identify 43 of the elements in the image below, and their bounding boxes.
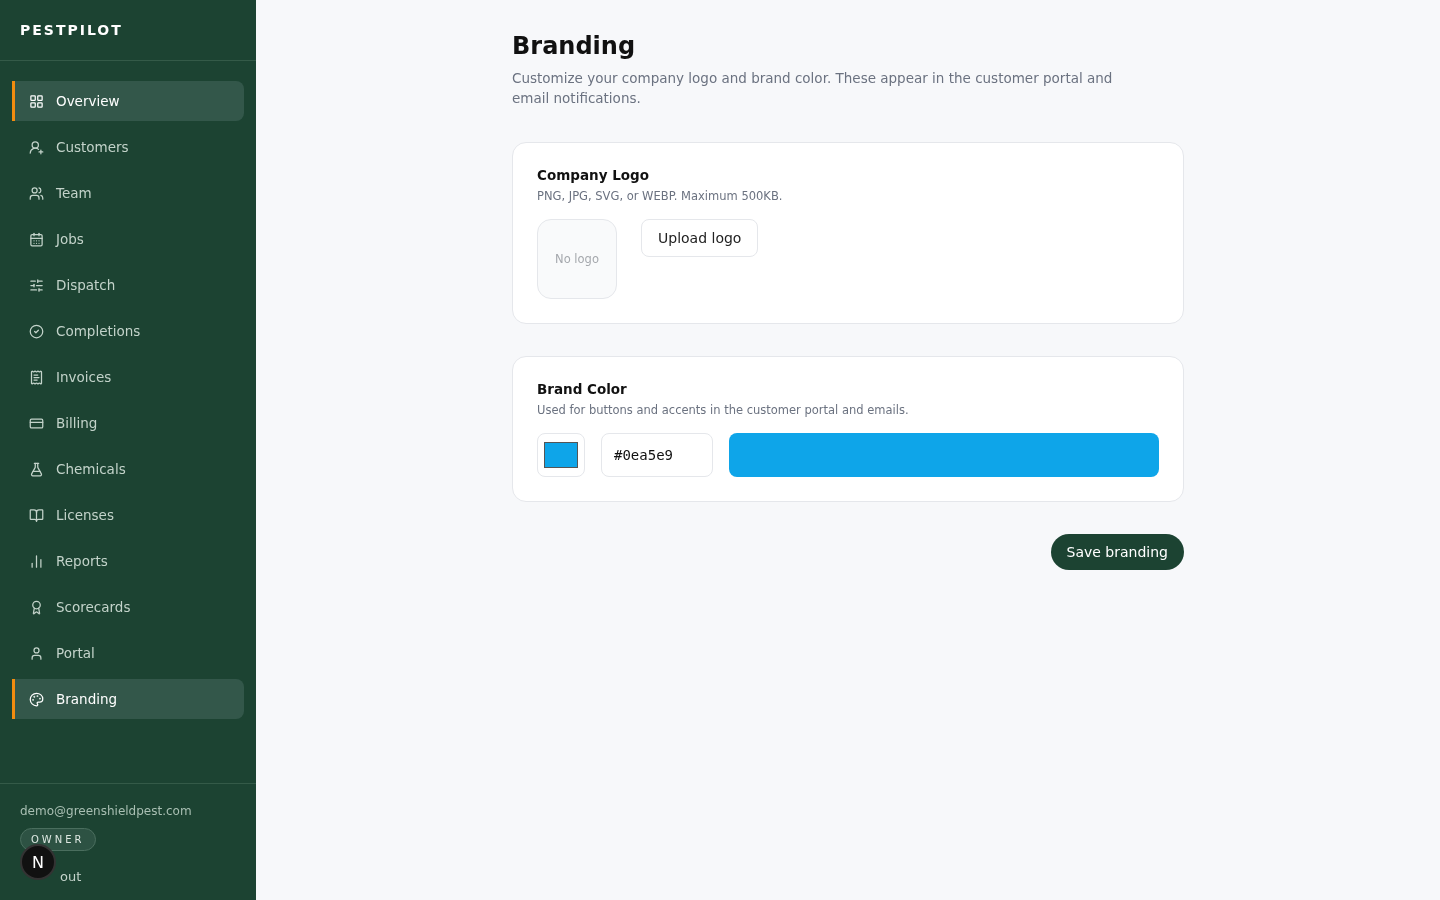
user-icon	[29, 139, 44, 155]
dev-badge[interactable]: N	[20, 844, 56, 880]
color-picker[interactable]	[537, 433, 585, 477]
calendar-icon	[29, 231, 44, 247]
nav-item[interactable]: Dispatch	[12, 265, 244, 305]
nav-item[interactable]: Invoices	[12, 357, 244, 397]
upload-button[interactable]: Upload logo	[641, 219, 759, 257]
card-hint: Used for buttons and accents in the customer portal and emails.	[537, 403, 910, 417]
nav-item[interactable]: Jobs	[12, 219, 244, 259]
nav-item[interactable]: Team	[12, 173, 244, 213]
palette-icon	[29, 691, 44, 707]
nav-item[interactable]: Branding	[12, 679, 244, 719]
grid-icon	[29, 93, 44, 109]
receipt-icon	[29, 369, 44, 385]
card-title: Company Logo	[537, 167, 650, 183]
bar-chart-icon	[29, 553, 44, 569]
flask-icon	[29, 461, 44, 477]
check-circle-icon	[29, 323, 44, 339]
card-title: Brand Color	[537, 381, 628, 397]
nav-item[interactable]: Reports	[12, 541, 244, 581]
brand-logo: PESTPILOT	[0, 0, 256, 61]
role-badge: OWNER	[20, 828, 96, 851]
card-icon	[29, 415, 44, 431]
card-hint: PNG, JPG, SVG, or WEBP. Maximum 500KB.	[537, 189, 784, 203]
nav-item[interactable]: Portal	[12, 633, 244, 673]
nav-item[interactable]: Billing	[12, 403, 244, 443]
save-button[interactable]: Save branding	[1050, 534, 1184, 570]
sign-out-link[interactable]: out	[60, 869, 82, 884]
hex-field[interactable]: #0ea5e9	[601, 433, 713, 477]
nav-item[interactable]: Customers	[12, 127, 244, 167]
nav-item[interactable]: Overview	[12, 81, 244, 121]
book-icon	[29, 507, 44, 523]
user-email: demo@greenshieldpest.com	[20, 804, 193, 818]
nav-item[interactable]: Scorecards	[12, 587, 244, 627]
users-icon	[29, 185, 44, 201]
nav-item[interactable]: Licenses	[12, 495, 244, 535]
sliders-icon	[29, 277, 44, 293]
person-icon	[29, 645, 44, 661]
page-description: Customize your company logo and brand color. These appear in the customer portal and email notifications.	[512, 69, 1114, 108]
award-icon	[29, 599, 44, 615]
nav-item[interactable]: Completions	[12, 311, 244, 351]
page-title: Branding	[512, 32, 637, 60]
nav-item[interactable]: Chemicals	[12, 449, 244, 489]
